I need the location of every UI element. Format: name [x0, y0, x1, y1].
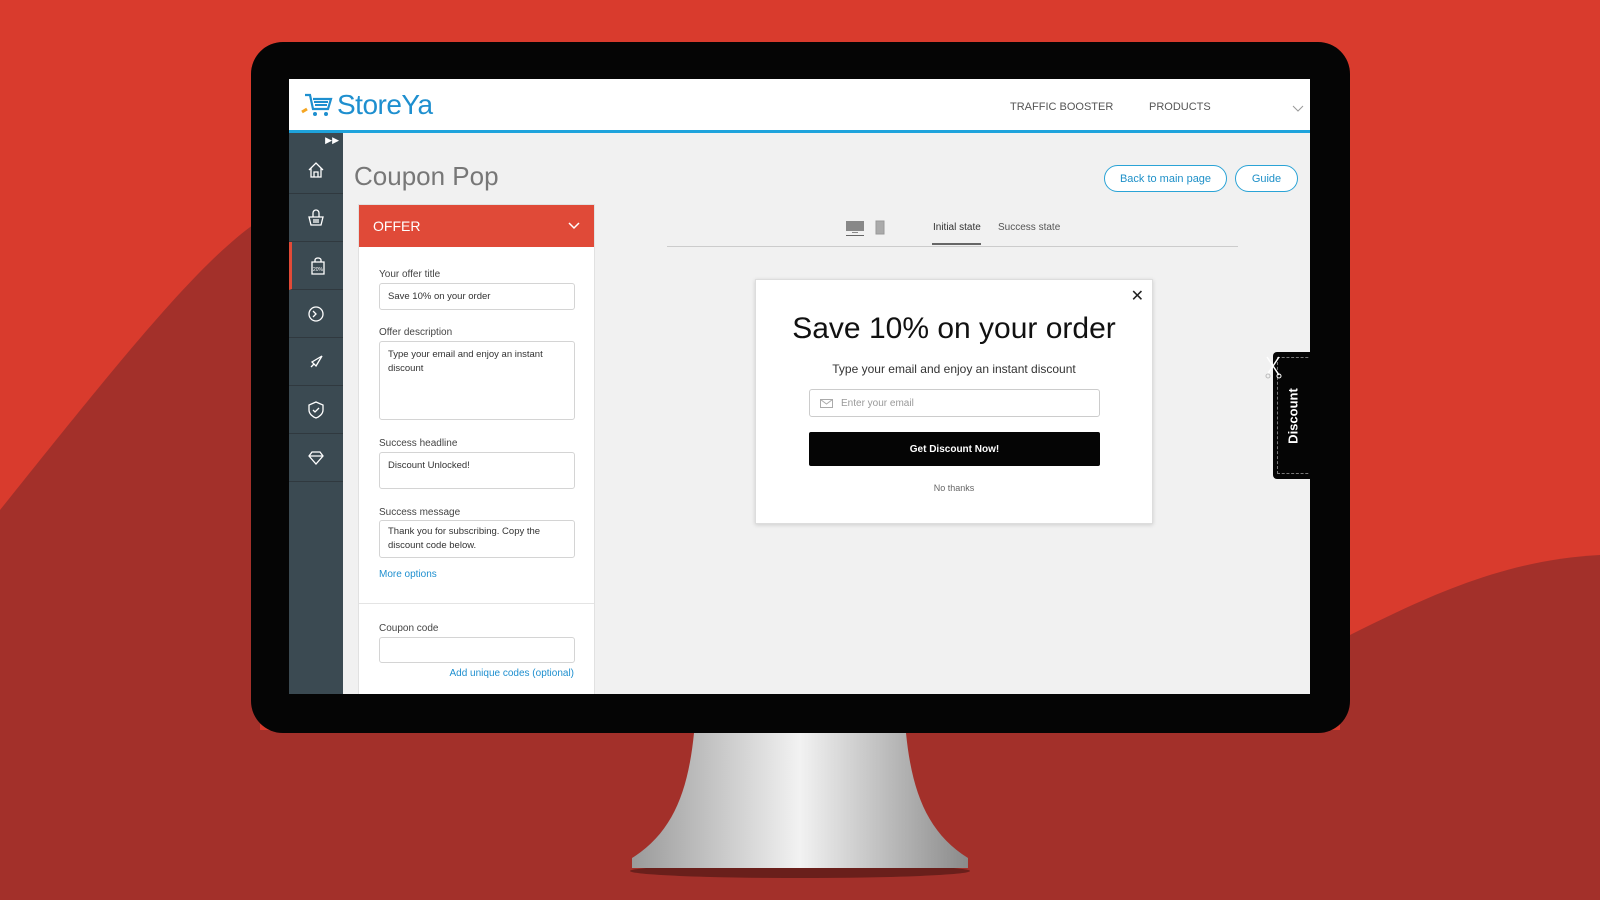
diamond-icon: [308, 450, 324, 465]
popup-description: Type your email and enjoy an instant dis…: [832, 362, 1076, 376]
sidebar-item-store[interactable]: [289, 194, 343, 242]
sidebar-item-coupon-pop[interactable]: 20%: [289, 242, 343, 290]
coupon-code-label: Coupon code: [379, 623, 439, 634]
chevron-down-icon[interactable]: [1292, 105, 1304, 113]
active-tab-indicator: [932, 243, 981, 245]
sidebar-item-premium[interactable]: [289, 434, 343, 482]
success-message-textarea[interactable]: Thank you for subscribing. Copy the disc…: [379, 520, 575, 558]
sidebar-item-timer[interactable]: [289, 290, 343, 338]
email-placeholder: Enter your email: [841, 397, 914, 409]
monitor-stand: [630, 733, 970, 878]
success-message-label: Success message: [379, 507, 461, 518]
guide-button[interactable]: Guide: [1235, 165, 1298, 192]
nav-products[interactable]: PRODUCTS: [1149, 101, 1211, 113]
rocket-icon: [310, 354, 323, 367]
sidebar-item-trust[interactable]: [289, 386, 343, 434]
tab-success-state[interactable]: Success state: [998, 222, 1060, 233]
timer-icon: [308, 305, 324, 322]
sidebar-item-booster[interactable]: [289, 338, 343, 386]
offer-section-header[interactable]: OFFER: [359, 205, 594, 247]
discount-tab-label: Discount: [1285, 387, 1301, 444]
success-headline-textarea[interactable]: Discount Unlocked!: [379, 452, 575, 489]
tabs-divider: [667, 246, 1238, 247]
back-to-main-button[interactable]: Back to main page: [1104, 165, 1227, 192]
home-icon: [308, 161, 324, 178]
coupon-code-input[interactable]: [379, 637, 575, 663]
offer-title-input[interactable]: Save 10% on your order: [379, 283, 575, 310]
no-thanks-link[interactable]: No thanks: [756, 483, 1152, 493]
get-discount-button[interactable]: Get Discount Now!: [809, 432, 1100, 466]
sidebar-item-home[interactable]: [289, 146, 343, 194]
page-title: Coupon Pop: [354, 161, 499, 191]
storeya-logo[interactable]: StoreYa: [301, 89, 433, 121]
top-header: StoreYa TRAFFIC BOOSTER PRODUCTS: [289, 79, 1310, 133]
divider: [359, 603, 594, 604]
basket-icon: [308, 208, 324, 226]
offer-description-textarea[interactable]: Type your email and enjoy an instant dis…: [379, 341, 575, 420]
chevron-down-icon: [568, 222, 580, 230]
desktop-preview-icon[interactable]: [846, 220, 864, 236]
scissors-icon: [1265, 356, 1282, 379]
add-unique-codes-link[interactable]: Add unique codes (optional): [449, 668, 574, 679]
offer-description-label: Offer description: [379, 327, 453, 338]
offer-panel: OFFER Your offer title Save 10% on your …: [358, 204, 595, 694]
shield-check-icon: [308, 400, 324, 419]
offer-header-label: OFFER: [373, 218, 421, 234]
email-input[interactable]: Enter your email: [809, 389, 1100, 417]
shopping-bag-discount-icon: 20%: [310, 256, 325, 275]
offer-title-label: Your offer title: [379, 269, 441, 280]
sidebar: ▶▶ 20%: [289, 133, 343, 694]
svg-text:20%: 20%: [312, 267, 323, 273]
expand-sidebar-icon[interactable]: ▶▶: [325, 135, 339, 146]
success-headline-label: Success headline: [379, 438, 458, 449]
mobile-preview-icon[interactable]: [875, 220, 885, 235]
nav-traffic-booster[interactable]: TRAFFIC BOOSTER: [1010, 101, 1113, 113]
envelope-icon: [820, 398, 833, 408]
more-options-link[interactable]: More options: [379, 569, 437, 580]
app-screen: StoreYa TRAFFIC BOOSTER PRODUCTS ▶▶ 20% …: [289, 79, 1310, 694]
tab-initial-state[interactable]: Initial state: [933, 222, 981, 233]
popup-heading: Save 10% on your order: [792, 312, 1116, 345]
logo-text: StoreYa: [337, 89, 433, 120]
cart-logo-icon: [301, 93, 333, 116]
close-icon[interactable]: ✕: [1131, 286, 1144, 306]
coupon-popup-preview: ✕ Save 10% on your order Type your email…: [755, 279, 1153, 524]
